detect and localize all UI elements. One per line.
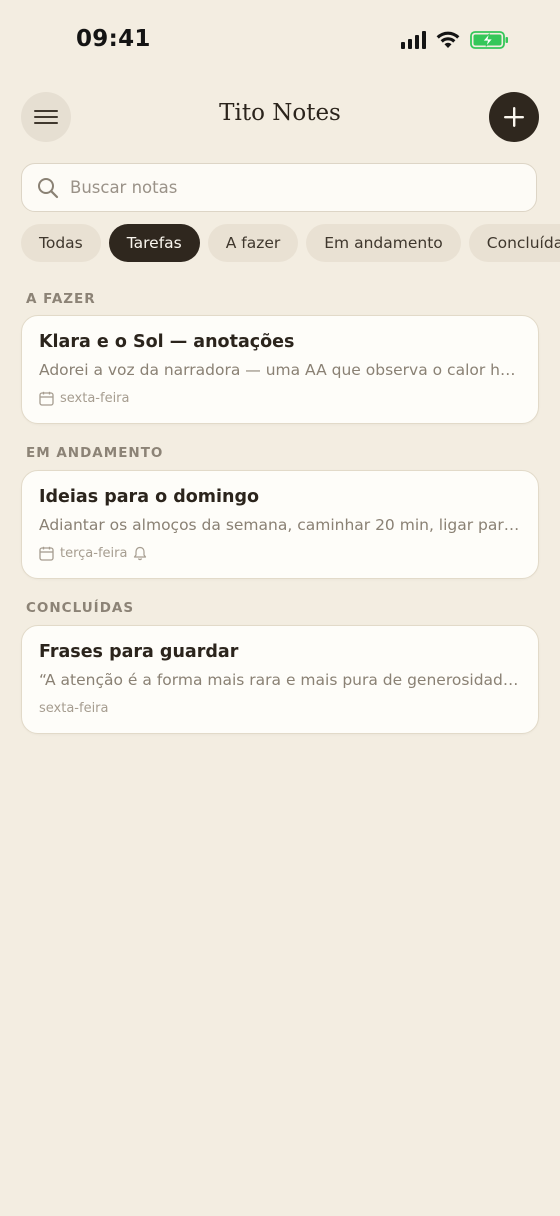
bell-icon	[134, 546, 147, 561]
plus-icon	[504, 107, 524, 127]
battery-charging-icon	[470, 30, 510, 50]
note-preview: “A atenção é a forma mais rara e mais pu…	[39, 671, 523, 689]
status-icons	[401, 30, 510, 50]
calendar-icon	[39, 391, 54, 406]
cellular-signal-icon	[401, 31, 426, 49]
wifi-icon	[435, 30, 461, 50]
note-meta: sexta-feira	[39, 391, 130, 406]
note-date: sexta-feira	[60, 391, 130, 406]
filter-chip[interactable]: A fazer	[207, 224, 299, 262]
section-label-em-andamento: EM ANDAMENTO	[26, 445, 164, 461]
note-title: Ideias para o domingo	[39, 487, 259, 507]
note-date: terça-feira	[60, 546, 128, 561]
note-meta: sexta-feira	[39, 701, 109, 716]
section-label-a-fazer: A FAZER	[26, 291, 96, 307]
note-preview: Adorei a voz da narradora — uma AA que o…	[39, 361, 523, 379]
note-card[interactable]: Klara e o Sol — anotações Adorei a voz d…	[21, 315, 539, 424]
section-label-concluidas: CONCLUÍDAS	[26, 600, 135, 616]
app-title: Tito Notes	[219, 100, 341, 126]
status-time: 09:41	[76, 26, 151, 52]
add-note-button[interactable]	[489, 92, 539, 142]
note-card[interactable]: Frases para guardar “A atenção é a forma…	[21, 625, 539, 734]
filter-chip[interactable]: Tarefas	[108, 224, 200, 262]
filter-chips: Todas Tarefas A fazer Em andamento Concluída…	[21, 224, 560, 262]
filter-chip[interactable]: Em andamento	[306, 224, 461, 262]
note-title: Frases para guardar	[39, 642, 239, 662]
app-header: Tito Notes	[0, 90, 560, 144]
note-card[interactable]: Ideias para o domingo Adiantar os almoço…	[21, 470, 539, 579]
filter-chip[interactable]: Todas	[21, 224, 101, 262]
note-preview: Adiantar os almoços da semana, caminhar …	[39, 516, 523, 534]
note-meta: terça-feira	[39, 546, 147, 561]
calendar-icon	[39, 546, 54, 561]
filter-chip[interactable]: Concluídas	[468, 224, 560, 262]
note-date: sexta-feira	[39, 701, 109, 716]
search-icon	[38, 178, 59, 199]
note-title: Klara e o Sol — anotações	[39, 332, 295, 352]
search-input[interactable]	[70, 164, 520, 210]
search-bar	[21, 163, 537, 212]
status-bar: 09:41	[0, 0, 560, 80]
